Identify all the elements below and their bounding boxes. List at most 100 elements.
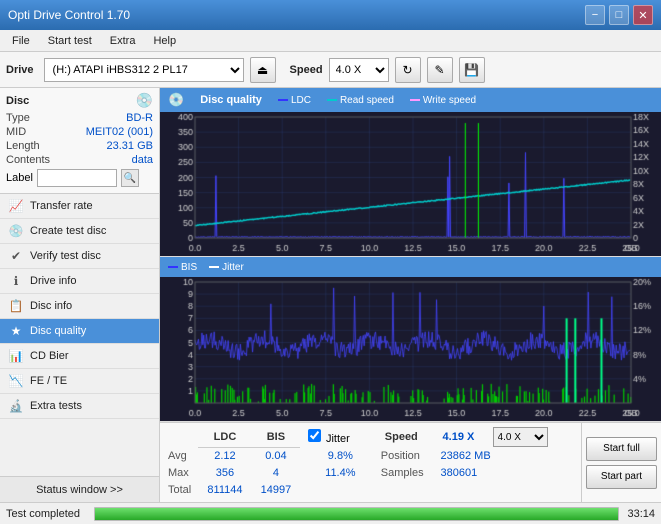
- avg-jitter: 9.8%: [300, 447, 381, 464]
- start-buttons: Start full Start part: [581, 423, 661, 502]
- drive-info-label: Drive info: [30, 275, 76, 287]
- mid-key: MID: [6, 126, 26, 138]
- contents-val: data: [132, 154, 153, 166]
- create-test-disc-label: Create test disc: [30, 225, 106, 237]
- stats-data-table: LDC BIS Jitter Speed 4.19 X 4.0 X: [168, 427, 573, 498]
- edit-button[interactable]: ✎: [427, 57, 453, 83]
- sidebar-item-extra-tests[interactable]: 🔬 Extra tests: [0, 394, 159, 419]
- menu-start-test[interactable]: Start test: [40, 33, 100, 49]
- close-button[interactable]: ✕: [633, 5, 653, 25]
- start-part-button[interactable]: Start part: [586, 465, 657, 489]
- total-ldc: 811144: [198, 481, 252, 498]
- bottom-bar: Test completed 33:14: [0, 502, 661, 524]
- nav-items: 📈 Transfer rate 💿 Create test disc ✔ Ver…: [0, 194, 159, 476]
- fe-te-icon: 📉: [8, 374, 24, 388]
- save-button[interactable]: 💾: [459, 57, 485, 83]
- label-row: Label 🔍: [6, 167, 153, 189]
- speed-select-cell[interactable]: 4.0 X: [491, 427, 573, 447]
- label-search-button[interactable]: 🔍: [121, 169, 139, 187]
- ldc-dot: [278, 99, 288, 101]
- jitter-col-label: Jitter: [326, 433, 350, 445]
- maximize-button[interactable]: □: [609, 5, 629, 25]
- verify-test-disc-label: Verify test disc: [30, 250, 101, 262]
- start-full-button[interactable]: Start full: [586, 437, 657, 461]
- legend-read-speed: Read speed: [327, 95, 394, 106]
- content-area: 💿 Disc quality LDC Read speed Write spee…: [160, 88, 661, 502]
- status-text: Test completed: [6, 508, 86, 520]
- speed-select-stats[interactable]: 4.0 X: [493, 427, 548, 447]
- jitter-dot: [209, 266, 219, 268]
- write-speed-dot: [410, 99, 420, 101]
- jitter-checkbox[interactable]: [308, 429, 321, 442]
- sidebar-item-disc-quality[interactable]: ★ Disc quality: [0, 319, 159, 344]
- dq-title: Disc quality: [200, 94, 262, 106]
- menu-file[interactable]: File: [4, 33, 38, 49]
- bis-dot: [168, 266, 178, 268]
- legend-write-speed: Write speed: [410, 95, 476, 106]
- speed-label: Speed: [290, 64, 323, 76]
- write-speed-label: Write speed: [423, 95, 476, 106]
- label-input[interactable]: [37, 169, 117, 187]
- samples-label: Samples: [381, 464, 441, 481]
- bis-chart: [160, 277, 661, 421]
- avg-label: Avg: [168, 447, 198, 464]
- samples-value: 380601: [441, 464, 573, 481]
- disc-quality-header: 💿 Disc quality LDC Read speed Write spee…: [160, 88, 661, 112]
- bis-legend: BIS: [168, 262, 197, 273]
- read-speed-label: Read speed: [340, 95, 394, 106]
- verify-test-disc-icon: ✔: [8, 249, 24, 263]
- total-bis: 14997: [252, 481, 300, 498]
- progress-bar-container: [94, 507, 619, 521]
- contents-key: Contents: [6, 154, 50, 166]
- avg-ldc: 2.12: [198, 447, 252, 464]
- stats-table: LDC BIS Jitter Speed 4.19 X 4.0 X: [160, 423, 581, 502]
- refresh-button[interactable]: ↻: [395, 57, 421, 83]
- total-label: Total: [168, 481, 198, 498]
- length-key: Length: [6, 140, 40, 152]
- speed-header: Speed: [381, 427, 441, 447]
- type-val: BD-R: [126, 112, 153, 124]
- max-bis: 4: [252, 464, 300, 481]
- sidebar-item-verify-test-disc[interactable]: ✔ Verify test disc: [0, 244, 159, 269]
- position-value: 23862 MB: [441, 447, 573, 464]
- sidebar-item-drive-info[interactable]: ℹ Drive info: [0, 269, 159, 294]
- sidebar-item-disc-info[interactable]: 📋 Disc info: [0, 294, 159, 319]
- max-label: Max: [168, 464, 198, 481]
- toolbar: Drive (H:) ATAPI iHBS312 2 PL17 ⏏ Speed …: [0, 52, 661, 88]
- app-title: Opti Drive Control 1.70: [8, 8, 130, 22]
- read-speed-dot: [327, 99, 337, 101]
- disc-type-row: Type BD-R: [6, 111, 153, 125]
- ldc-label: LDC: [291, 95, 311, 106]
- sidebar-item-cd-bier[interactable]: 📊 CD Bier: [0, 344, 159, 369]
- length-val: 23.31 GB: [107, 140, 153, 152]
- transfer-rate-label: Transfer rate: [30, 200, 93, 212]
- minimize-button[interactable]: −: [585, 5, 605, 25]
- bis-chart-container: [160, 277, 661, 422]
- sidebar-item-fe-te[interactable]: 📉 FE / TE: [0, 369, 159, 394]
- type-key: Type: [6, 112, 30, 124]
- disc-info-icon: 📋: [8, 299, 24, 313]
- sidebar-item-create-test-disc[interactable]: 💿 Create test disc: [0, 219, 159, 244]
- status-window-button[interactable]: Status window >>: [0, 476, 159, 502]
- bis-header: BIS: [252, 427, 300, 447]
- window-controls: − □ ✕: [585, 5, 653, 25]
- cd-bier-label: CD Bier: [30, 350, 69, 362]
- avg-row: Avg 2.12 0.04 9.8% Position 23862 MB: [168, 447, 573, 464]
- mid-val: MEIT02 (001): [86, 126, 153, 138]
- eject-button[interactable]: ⏏: [250, 57, 276, 83]
- ldc-chart-container: [160, 112, 661, 257]
- speed-select[interactable]: 4.0 X 1.0 X 2.0 X 8.0 X Max: [329, 58, 389, 82]
- bis-chart-header: BIS Jitter: [160, 257, 661, 277]
- disc-icon[interactable]: 💿: [136, 92, 153, 109]
- menu-bar: File Start test Extra Help: [0, 30, 661, 52]
- drive-label: Drive: [6, 64, 34, 76]
- sidebar-item-transfer-rate[interactable]: 📈 Transfer rate: [0, 194, 159, 219]
- menu-extra[interactable]: Extra: [102, 33, 144, 49]
- drive-info-icon: ℹ: [8, 274, 24, 288]
- fe-te-label: FE / TE: [30, 375, 67, 387]
- menu-help[interactable]: Help: [145, 33, 184, 49]
- speed-value: 4.19 X: [441, 427, 491, 447]
- drive-select[interactable]: (H:) ATAPI iHBS312 2 PL17: [44, 58, 244, 82]
- ldc-header: LDC: [198, 427, 252, 447]
- disc-info-label: Disc info: [30, 300, 72, 312]
